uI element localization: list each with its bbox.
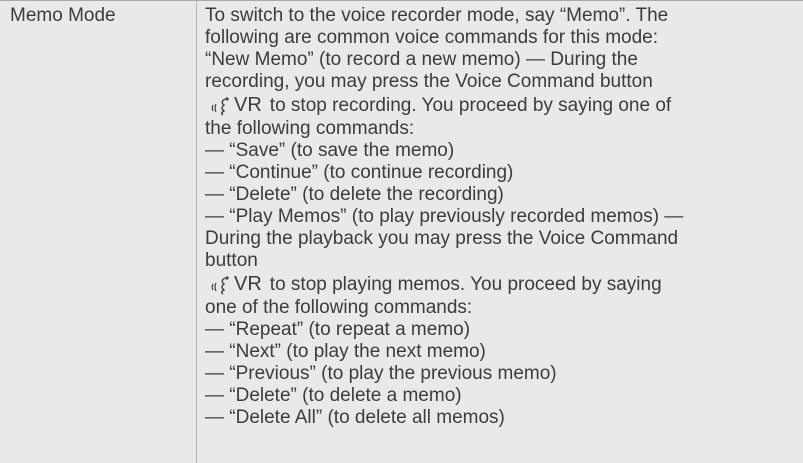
vr-line-text: to stop playing memos. You proceed by sa… (269, 274, 662, 295)
voice-command-icon: VR (210, 272, 262, 297)
description-line: — “Play Memos” (to play previously recor… (205, 206, 684, 227)
description-line-with-vr-icon: VR to stop playing memos. You proceed by… (205, 272, 795, 297)
description-line: the following commands: (205, 118, 415, 139)
vr-line-text: to stop recording. You proceed by saying… (269, 95, 672, 116)
description-line: — “Delete” (to delete the recording) (205, 184, 504, 205)
description-line: following are common voice commands for … (205, 27, 659, 48)
voice-command-icon: VR (210, 93, 262, 118)
description-line: one of the following commands: (205, 297, 473, 318)
description-line: button (205, 250, 258, 271)
description-line: — “Save” (to save the memo) (205, 140, 455, 161)
description-line: To switch to the voice recorder mode, sa… (205, 5, 669, 26)
description-line: — “Next” (to play the next memo) (205, 341, 486, 362)
term-column: Memo Mode (0, 1, 197, 463)
sound-wave-icon (211, 97, 229, 116)
description-column: To switch to the voice recorder mode, sa… (205, 5, 795, 429)
voice-command-table: Memo Mode To switch to the voice recorde… (0, 0, 803, 463)
description-line: — “Delete” (to delete a memo) (205, 385, 462, 406)
description-line: During the playback you may press the Vo… (205, 228, 679, 249)
description-line: — “Previous” (to play the previous memo) (205, 363, 557, 384)
vr-label: VR (234, 273, 262, 296)
description-line: — “Delete All” (to delete all memos) (205, 407, 505, 428)
description-line-with-vr-icon: VR to stop recording. You proceed by say… (205, 93, 795, 118)
description-line: — “Repeat” (to repeat a memo) (205, 319, 471, 340)
sound-wave-icon (211, 276, 229, 295)
term-label: Memo Mode (10, 5, 116, 26)
description-line: “New Memo” (to record a new memo) — Duri… (205, 49, 638, 70)
description-line: — “Continue” (to continue recording) (205, 162, 514, 183)
description-line: recording, you may press the Voice Comma… (205, 71, 653, 92)
vr-label: VR (234, 94, 262, 117)
